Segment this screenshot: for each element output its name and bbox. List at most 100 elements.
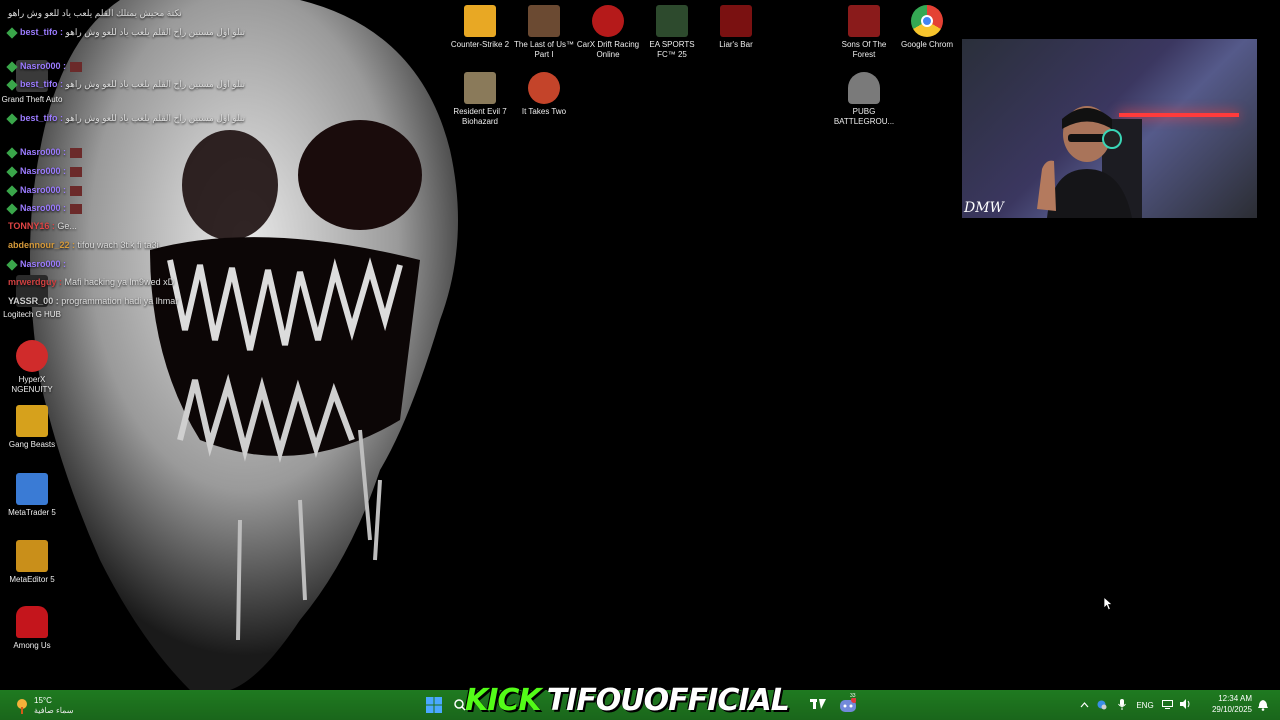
clock-date: 29/10/2025 [1211, 705, 1252, 714]
carx-icon [592, 5, 624, 37]
subscriber-badge-icon [6, 60, 18, 73]
taskbar-app-discord[interactable]: 33 [838, 690, 858, 720]
chat-message: نكتة محيش يمتلك القلم يلعب ياد للعو وش ر… [8, 8, 182, 18]
taskbar-app-tradingview[interactable] [808, 690, 828, 720]
desktop-icon-hyperx[interactable]: HyperX NGENUITY [0, 340, 64, 395]
desktop-icon-label: Liar's Bar [719, 40, 753, 49]
kick-logo-text: KICK [465, 683, 542, 718]
notification-bell-icon [1258, 699, 1268, 711]
cs2-icon [464, 5, 496, 37]
chrome-icon [911, 5, 943, 37]
emote-icon [70, 147, 83, 158]
discord-icon [840, 698, 856, 712]
desktop-icon-label: EA SPORTS FC™ 25 [649, 40, 695, 59]
subscriber-badge-icon [6, 112, 18, 125]
desktop-icon-label: PUBG BATTLEGROU... [833, 107, 895, 126]
desktop-icon-label: It Takes Two [521, 107, 567, 116]
webcam-watermark: DMW [964, 200, 1004, 216]
subscriber-badge-icon [6, 165, 18, 178]
emote-icon [70, 185, 83, 196]
network-settings-icon[interactable] [1090, 699, 1112, 712]
input-language[interactable]: ENG [1132, 701, 1158, 710]
weather-widget[interactable]: 15°C سماء صافية [14, 693, 94, 719]
chat-message: Nasro000 : [6, 146, 83, 159]
subscriber-badge-icon [6, 78, 18, 91]
notifications-button[interactable] [1256, 690, 1270, 720]
stream-chat-overlay: نكتة محيش يمتلك القلم يلعب ياد للعو وش ر… [4, 0, 464, 320]
metaeditor-icon [16, 540, 48, 572]
among-us-icon [16, 606, 48, 638]
desktop-icon-it-takes-two[interactable]: It Takes Two [512, 72, 576, 117]
subscriber-badge-icon [6, 146, 18, 159]
desktop-icon-label: MetaTrader 5 [8, 508, 56, 517]
weather-description: سماء صافية [34, 706, 74, 715]
channel-name: TIFOUOFFICIAL [546, 683, 790, 718]
hyperx-icon [16, 340, 48, 372]
subscriber-badge-icon [6, 258, 18, 271]
tradingview-icon [810, 699, 826, 709]
fc25-icon [656, 5, 688, 37]
subscriber-badge-icon [6, 26, 18, 39]
chat-message: Nasro000 : [6, 258, 66, 271]
streamer-figure [1037, 106, 1142, 218]
chat-message: best_tifo : تبلو اول مستين راح القلم يلع… [6, 26, 245, 39]
pubg-icon [848, 72, 880, 104]
desktop-icon-metaeditor[interactable]: MetaEditor 5 [0, 540, 64, 585]
discord-notification-badge: 33 [850, 693, 856, 699]
weather-temperature: 15°C [34, 696, 52, 705]
tlou-icon [528, 5, 560, 37]
chat-message: best_tifo : تبلو اول مستين راح القلم يلع… [6, 112, 245, 125]
mouse-cursor-icon [1104, 597, 1113, 611]
kick-channel-overlay: KICK TIFOUOFFICIAL [465, 683, 790, 719]
subscriber-badge-icon [6, 184, 18, 197]
desktop-icon-carx[interactable]: CarX Drift Racing Online [576, 5, 640, 60]
desktop-icon-chrome[interactable]: Google Chrom [895, 5, 959, 50]
desktop-icon-label: Among Us [13, 641, 51, 650]
desktop-icon-label: Gang Beasts [8, 440, 56, 449]
webcam-overlay: DMW [962, 39, 1257, 218]
chat-message: YASSR_00 : programmation hadi ya lhmar [8, 296, 179, 306]
liars-bar-icon [720, 5, 752, 37]
desktop-icon-gang-beasts[interactable]: Gang Beasts [0, 405, 64, 450]
emote-icon [70, 61, 83, 72]
chat-message: mrwerdguy : Mafi hacking ya lm9wed xD [8, 277, 175, 287]
chat-message: best_tifo : تبلو اول مستين راح القلم يلع… [6, 78, 245, 91]
desktop-icon-label: Google Chrom [900, 40, 954, 49]
chat-message: abdennour_22 : tifou wach 3tik fi ta3i [8, 240, 159, 250]
chat-message: Nasro000 : [6, 60, 83, 73]
desktop-icon-metatrader[interactable]: MetaTrader 5 [0, 473, 64, 518]
it-takes-two-icon [528, 72, 560, 104]
emote-icon [70, 203, 83, 214]
gang-beasts-icon [16, 405, 48, 437]
desktop-icon-tlou[interactable]: The Last of Us™ Part I [512, 5, 576, 60]
sotf-icon [848, 5, 880, 37]
microphone-icon[interactable] [1112, 698, 1132, 712]
desktop-icon-liars-bar[interactable]: Liar's Bar [704, 5, 768, 50]
desktop-icon-label: The Last of Us™ Part I [513, 40, 575, 59]
chat-message: Nasro000 : [6, 184, 83, 197]
subscriber-badge-icon [6, 202, 18, 215]
desktop-icon-label: CarX Drift Racing Online [576, 40, 640, 59]
desktop-icon-pubg[interactable]: PUBG BATTLEGROU... [832, 72, 896, 127]
tray-overflow-chevron-icon[interactable] [1078, 701, 1090, 710]
desktop-icon-among-us[interactable]: Among Us [0, 606, 64, 651]
display-icon[interactable] [1158, 699, 1176, 711]
desktop-icon-label: HyperX NGENUITY [11, 375, 53, 394]
volume-icon[interactable] [1176, 699, 1194, 711]
chat-message: Nasro000 : [6, 202, 83, 215]
windows-start-icon [426, 697, 442, 713]
taskbar-clock[interactable]: 12:34 AM 29/10/2025 [1206, 693, 1252, 715]
desktop-icon-label: Sons Of The Forest [841, 40, 887, 59]
emote-icon [70, 166, 83, 177]
desktop-icon-sotf[interactable]: Sons Of The Forest [832, 5, 896, 60]
start-button[interactable] [424, 690, 444, 720]
metatrader-icon [16, 473, 48, 505]
weather-sun-icon [17, 699, 27, 714]
desktop-icon-fc25[interactable]: EA SPORTS FC™ 25 [640, 5, 704, 60]
clock-time: 12:34 AM [1218, 694, 1252, 703]
desktop-icon-label: MetaEditor 5 [9, 575, 55, 584]
system-tray: ENG [1078, 690, 1194, 720]
chat-message: TONNY16 : Ge... [8, 221, 77, 231]
chat-message: Nasro000 : [6, 165, 83, 178]
re7-icon [464, 72, 496, 104]
